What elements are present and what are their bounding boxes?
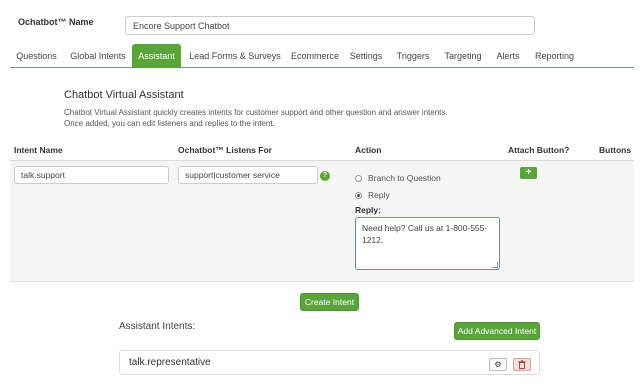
tab-assistant[interactable]: Assistant xyxy=(132,44,181,68)
tab-ecommerce[interactable]: Ecommerce xyxy=(287,44,343,68)
chatbot-name-input[interactable] xyxy=(125,16,535,35)
tab-alerts[interactable]: Alerts xyxy=(491,44,525,68)
tab-questions[interactable]: Questions xyxy=(10,44,63,68)
column-header-attach-button: Attach Button? xyxy=(508,145,570,155)
trash-icon[interactable] xyxy=(513,358,531,371)
tab-settings[interactable]: Settings xyxy=(346,44,386,68)
create-intent-button[interactable]: Create Intent xyxy=(300,293,359,311)
list-item: talk.representative ⚙ xyxy=(119,350,540,375)
reply-option-label: Reply xyxy=(368,190,390,200)
section-description: Chatbot Virtual Assistant quickly create… xyxy=(64,107,448,129)
tab-bar: Questions Global Intents Assistant Lead … xyxy=(10,44,634,68)
reply-radio[interactable] xyxy=(355,191,362,199)
intent-name-input[interactable] xyxy=(14,166,169,184)
tab-reporting[interactable]: Reporting xyxy=(532,44,577,68)
section-description-line-2: Once added, you can edit listeners and r… xyxy=(64,119,275,128)
attach-button-add-button[interactable]: + xyxy=(520,167,537,179)
column-header-buttons: Buttons xyxy=(599,145,632,155)
section-title: Chatbot Virtual Assistant xyxy=(64,89,184,101)
branch-to-question-label: Branch to Question xyxy=(368,173,441,183)
branch-to-question-radio[interactable] xyxy=(355,174,362,182)
column-header-action: Action xyxy=(355,145,382,155)
intent-name: talk.representative xyxy=(129,357,211,368)
chatbot-name-label: Ochatbot™ Name xyxy=(18,17,94,27)
column-header-listens-for: Ochatbot™ Listens For xyxy=(178,145,272,155)
column-header-intent-name: Intent Name xyxy=(14,145,63,155)
listens-for-input[interactable] xyxy=(178,166,318,184)
header-divider xyxy=(10,160,634,161)
tab-lead-forms-surveys[interactable]: Lead Forms & Surveys xyxy=(183,44,287,68)
reply-textarea[interactable] xyxy=(355,217,500,270)
tab-targeting[interactable]: Targeting xyxy=(439,44,487,68)
branch-to-question-option[interactable]: Branch to Question xyxy=(355,173,441,183)
section-description-line-1: Chatbot Virtual Assistant quickly create… xyxy=(64,108,448,117)
tab-global-intents[interactable]: Global Intents xyxy=(63,44,133,68)
reply-label: Reply: xyxy=(355,205,381,215)
assistant-intents-title: Assistant Intents: xyxy=(119,321,196,332)
resize-grip-icon[interactable] xyxy=(492,262,498,268)
tab-triggers[interactable]: Triggers xyxy=(393,44,433,68)
reply-option[interactable]: Reply xyxy=(355,190,390,200)
add-advanced-intent-button[interactable]: Add Advanced Intent xyxy=(454,322,540,340)
gear-icon[interactable]: ⚙ xyxy=(489,358,507,371)
help-icon[interactable]: ? xyxy=(320,171,330,181)
